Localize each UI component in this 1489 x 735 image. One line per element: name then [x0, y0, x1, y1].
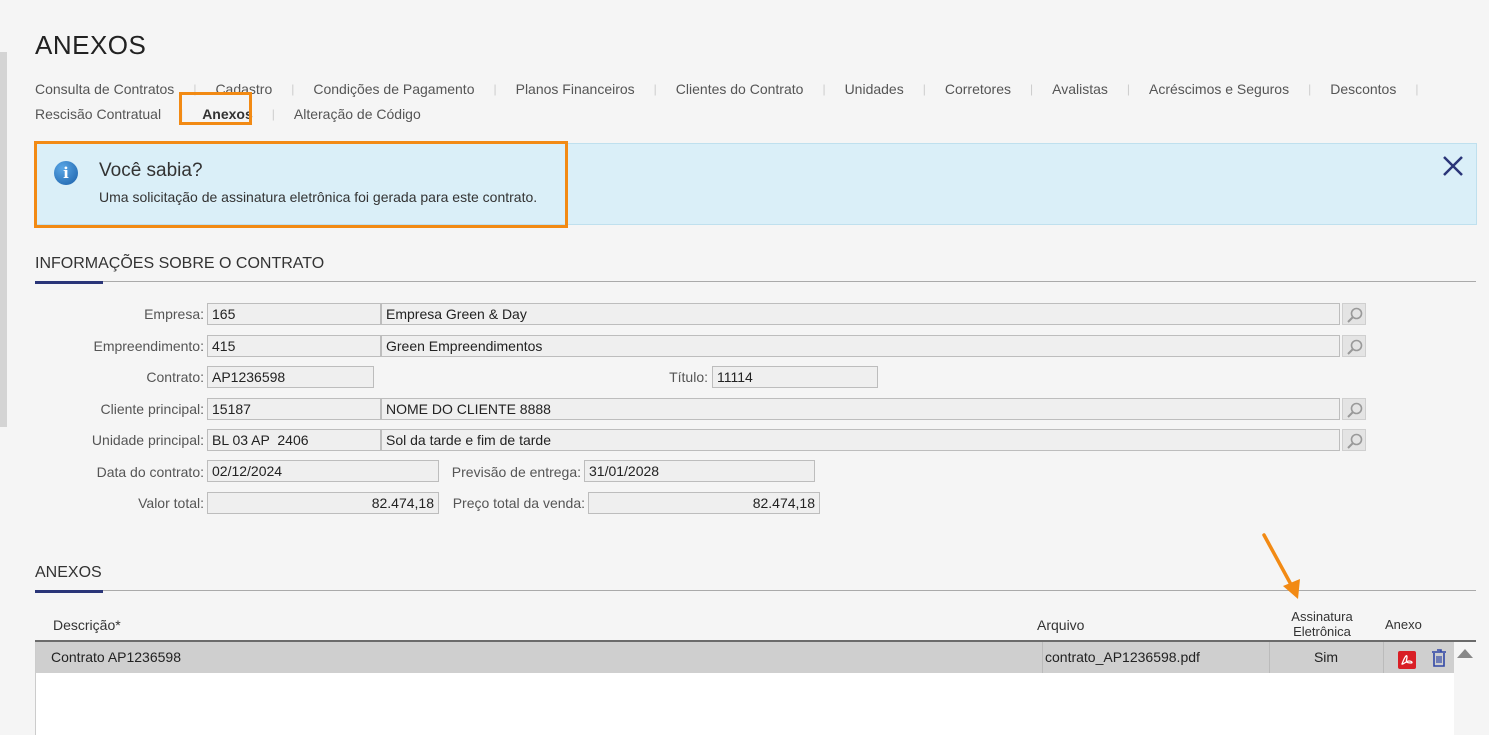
scroll-up-icon[interactable] [1457, 649, 1473, 658]
close-icon[interactable] [1440, 153, 1466, 179]
tab-separator: | [291, 81, 295, 96]
search-icon[interactable] [1342, 429, 1366, 451]
cliente-name-field[interactable]: NOME DO CLIENTE 8888 [381, 398, 1340, 420]
data-contrato-label: Data do contrato: [96, 464, 204, 480]
titulo-field[interactable]: 11114 [712, 366, 878, 388]
tab-separator: | [493, 81, 497, 96]
section-divider [35, 281, 1476, 282]
unidade-code-field[interactable]: BL 03 AP 2406 [207, 429, 381, 451]
pdf-icon[interactable] [1398, 649, 1416, 669]
tab-separator: | [1415, 81, 1419, 96]
empreendimento-label: Empreendimento: [93, 338, 204, 354]
tab-descontos[interactable]: Descontos [1330, 81, 1396, 97]
tab-acrescimos-e-seguros[interactable]: Acréscimos e Seguros [1149, 81, 1289, 97]
tab-separator: | [653, 81, 657, 96]
empreendimento-name-field[interactable]: Green Empreendimentos [381, 335, 1340, 357]
tab-separator: | [271, 106, 275, 121]
highlight-frame-info [34, 141, 568, 228]
empreendimento-code-field[interactable]: 415 [207, 335, 381, 357]
tab-planos-financeiros[interactable]: Planos Financeiros [516, 81, 635, 97]
preco-total-field[interactable]: 82.474,18 [588, 492, 820, 514]
contract-section-title: INFORMAÇÕES SOBRE O CONTRATO [35, 255, 325, 272]
contrato-field[interactable]: AP1236598 [207, 366, 374, 388]
valor-total-label: Valor total: [138, 495, 204, 511]
previsao-label: Previsão de entrega: [451, 464, 581, 480]
cell-descricao[interactable]: Contrato AP1236598 [51, 642, 181, 673]
tab-unidades[interactable]: Unidades [845, 81, 904, 97]
section-underline [35, 281, 103, 284]
table-header: Descrição* Arquivo Assinatura Eletrônica… [35, 606, 1476, 641]
cell-arquivo[interactable]: contrato_AP1236598.pdf [1045, 642, 1200, 673]
left-scroll-strip [0, 52, 7, 427]
tab-rescisao-contratual[interactable]: Rescisão Contratual [35, 106, 161, 122]
attachments-table: Contrato AP1236598 contrato_AP1236598.pd… [35, 642, 1454, 735]
search-icon[interactable] [1342, 398, 1366, 420]
col-anexo: Anexo [1385, 617, 1422, 632]
search-icon[interactable] [1342, 335, 1366, 357]
contrato-label: Contrato: [146, 369, 204, 385]
search-icon[interactable] [1342, 303, 1366, 325]
attachments-section-title: ANEXOS [35, 564, 102, 581]
tab-separator: | [1308, 81, 1312, 96]
tab-condicoes-de-pagamento[interactable]: Condições de Pagamento [313, 81, 474, 97]
cell-assinatura: Sim [1313, 649, 1339, 665]
tab-separator: | [922, 81, 926, 96]
unidade-name-field[interactable]: Sol da tarde e fim de tarde [381, 429, 1340, 451]
arrow-annotation [1262, 533, 1300, 599]
tab-separator: | [1029, 81, 1034, 96]
tab-separator: | [822, 81, 826, 96]
col-assinatura-line2: Eletrônica [1293, 624, 1351, 639]
empresa-name-field[interactable]: Empresa Green & Day [381, 303, 1340, 325]
titulo-label: Título: [669, 369, 708, 385]
unidade-label: Unidade principal: [91, 432, 204, 448]
tab-avalistas[interactable]: Avalistas [1052, 81, 1108, 97]
table-row[interactable]: Contrato AP1236598 contrato_AP1236598.pd… [36, 642, 1454, 673]
tab-corretores[interactable]: Corretores [945, 81, 1011, 97]
preco-total-label: Preço total da venda: [452, 495, 585, 511]
empresa-code-field[interactable]: 165 [207, 303, 381, 325]
tab-consulta-de-contratos[interactable]: Consulta de Contratos [35, 81, 174, 97]
valor-total-field[interactable]: 82.474,18 [207, 492, 439, 514]
col-descricao[interactable]: Descrição* [53, 617, 121, 633]
empresa-label: Empresa: [144, 306, 204, 322]
data-contrato-field[interactable]: 02/12/2024 [207, 460, 439, 482]
col-assinatura-eletronica[interactable]: Assinatura Eletrônica [1278, 609, 1366, 639]
page-title: ANEXOS [35, 30, 147, 60]
tab-clientes-do-contrato[interactable]: Clientes do Contrato [676, 81, 804, 97]
previsao-field[interactable]: 31/01/2028 [584, 460, 815, 482]
cliente-label: Cliente principal: [100, 401, 205, 417]
cell-separator [1042, 642, 1043, 673]
col-arquivo[interactable]: Arquivo [1037, 617, 1084, 633]
highlight-frame-tab [179, 92, 252, 125]
section-underline [35, 590, 103, 593]
cliente-code-field[interactable]: 15187 [207, 398, 381, 420]
tab-alteracao-de-codigo[interactable]: Alteração de Código [294, 106, 421, 122]
trash-icon[interactable] [1431, 648, 1447, 668]
col-assinatura-line1: Assinatura [1291, 609, 1353, 624]
tab-separator: | [1126, 81, 1131, 96]
cell-separator [1383, 642, 1384, 673]
